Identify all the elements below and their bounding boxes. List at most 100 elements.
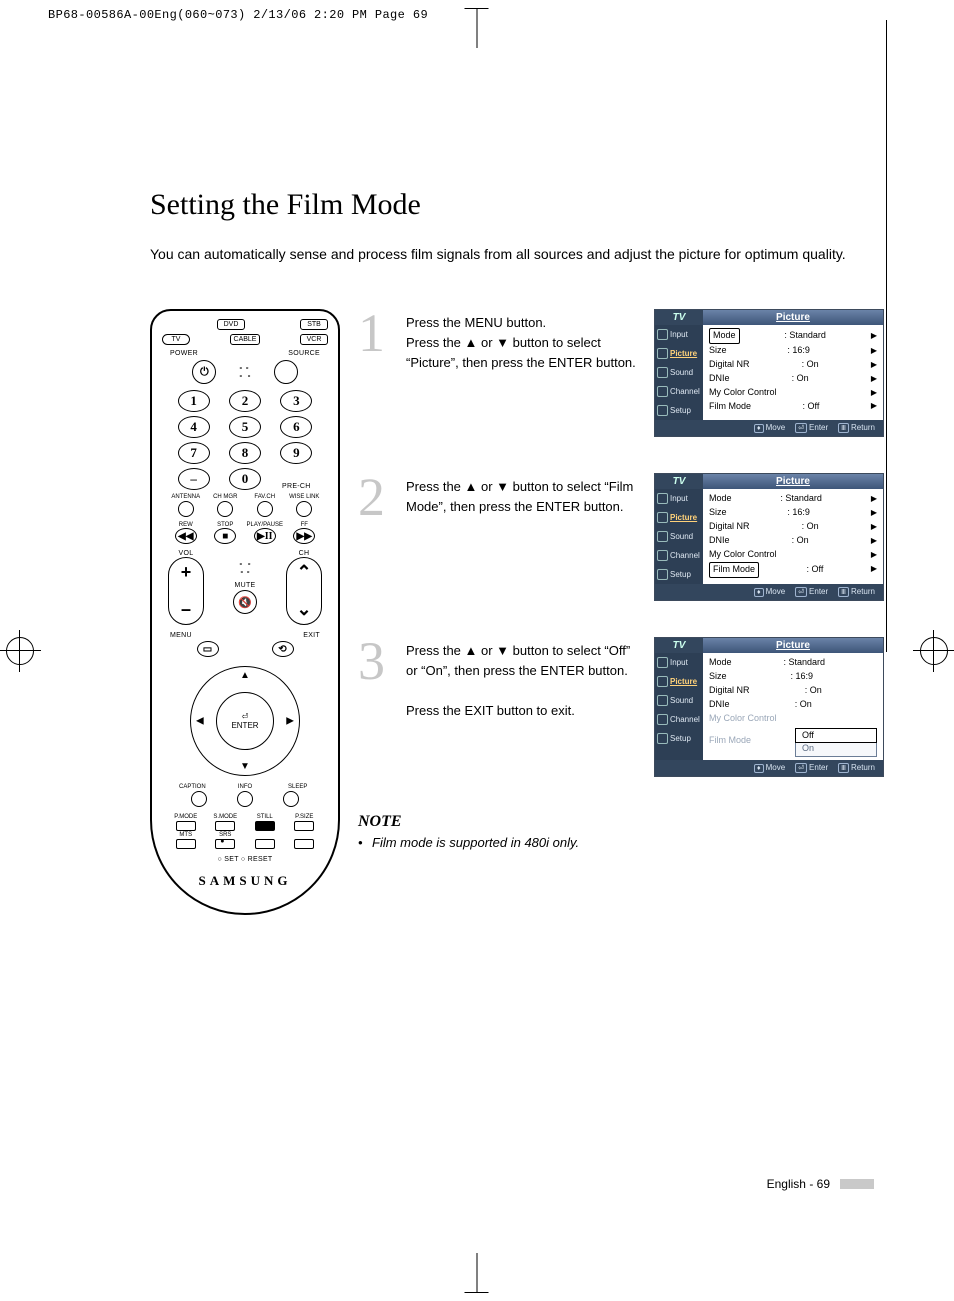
- lbl-chmgr: CH MGR: [206, 494, 246, 500]
- step-1: 1 Press the MENU button. Press the ▲ or …: [358, 309, 884, 437]
- osd-row-dnie: DNIe: [709, 534, 730, 548]
- source-cable: CABLE: [230, 334, 261, 345]
- osd-bar-move: Move: [766, 423, 786, 432]
- key-3: 3: [280, 390, 312, 412]
- osd-val-dnie: : On: [795, 698, 812, 712]
- mute-label: MUTE: [233, 582, 257, 589]
- osd-row-mode: Mode: [709, 656, 732, 670]
- lbl-favch: FAV.CH: [245, 494, 285, 500]
- btn-rew: ◀◀: [175, 528, 197, 544]
- brand-logo: SAMSUNG: [162, 873, 328, 889]
- lbl-sleep: SLEEP: [271, 784, 324, 790]
- print-job-line: BP68-00586A-00Eng(060~073) 2/13/06 2:20 …: [48, 8, 428, 22]
- osd-val-size: : 16:9: [787, 506, 810, 520]
- osd-row-film: Film Mode: [709, 400, 751, 414]
- osd-nav-input: Input: [670, 330, 688, 339]
- osd-nav-sound: Sound: [670, 696, 693, 705]
- osd-opt-on: On: [796, 742, 876, 756]
- osd-nav-picture: Picture: [670, 677, 697, 686]
- osd-bar-enter: Enter: [809, 587, 828, 596]
- step-text: Press the ▲ or ▼ button to select “Off” …: [406, 637, 640, 777]
- osd-val-mode: : Standard: [784, 329, 826, 343]
- source-button: [274, 360, 298, 384]
- btn-play: ▶II: [254, 528, 276, 544]
- osd-row-mcc: My Color Control: [709, 548, 777, 562]
- osd-row-film: Film Mode: [709, 562, 759, 578]
- footer-tab: [840, 1179, 874, 1189]
- steps-column: 1 Press the MENU button. Press the ▲ or …: [358, 309, 884, 915]
- osd-val-dnr: : On: [802, 520, 819, 534]
- osd-nav-setup: Setup: [670, 734, 691, 743]
- trim-line: [886, 20, 887, 652]
- lbl-smode: S.MODE: [206, 814, 246, 820]
- osd-val-dnie: : On: [792, 534, 809, 548]
- intro-text: You can automatically sense and process …: [150, 244, 860, 265]
- osd-row-dnie: DNIe: [709, 372, 730, 386]
- page-footer: English - 69: [767, 1177, 874, 1191]
- prech-label: PRE-CH: [273, 483, 320, 490]
- osd-val-dnr: : On: [805, 684, 822, 698]
- step-number: 3: [358, 637, 392, 777]
- menu-label: MENU: [170, 632, 192, 639]
- volume-rocker: +–: [168, 557, 204, 625]
- osd-bar-enter: Enter: [809, 423, 828, 432]
- osd-val-mode: : Standard: [783, 656, 825, 670]
- key-8: 8: [229, 442, 261, 464]
- osd-row-dnr: Digital NR: [709, 358, 750, 372]
- osd-val-film: : Off: [807, 563, 824, 577]
- btn-stop: ■: [214, 528, 236, 544]
- osd-row-size: Size: [709, 506, 727, 520]
- osd-title: Picture: [703, 310, 883, 325]
- osd-nav-input: Input: [670, 494, 688, 503]
- power-button: ⏻: [192, 360, 216, 384]
- osd-opt-off: Off: [795, 728, 877, 744]
- keypad: 1 2 3 4 5 6 7 8 9 – 0 PRE-CH: [162, 386, 328, 494]
- crop-mark-top: [477, 8, 478, 48]
- osd-row-mcc: My Color Control: [709, 712, 777, 726]
- key-9: 9: [280, 442, 312, 464]
- exit-button: ⟲: [272, 641, 294, 657]
- source-vcr: VCR: [300, 334, 328, 345]
- key-6: 6: [280, 416, 312, 438]
- key-7: 7: [178, 442, 210, 464]
- key-0: 0: [229, 468, 261, 490]
- power-label: POWER: [170, 350, 198, 357]
- note-item: Film mode is supported in 480i only.: [358, 835, 884, 850]
- osd-tv: TV: [655, 310, 703, 325]
- key-dash: –: [178, 468, 210, 490]
- osd-row-mcc: My Color Control: [709, 386, 777, 400]
- osd-bar-return: Return: [851, 763, 875, 772]
- osd-nav-picture: Picture: [670, 349, 697, 358]
- step-number: 1: [358, 309, 392, 437]
- step-2: 2 Press the ▲ or ▼ button to select “Fil…: [358, 473, 884, 601]
- osd-row-mode: Mode: [709, 328, 740, 344]
- step-text: Press the ▲ or ▼ button to select “Film …: [406, 473, 640, 601]
- osd-tv: TV: [655, 638, 703, 653]
- osd-screenshot-3: TVPicture Input Picture Sound Channel Se…: [654, 637, 884, 777]
- set-reset-label: ○ SET ○ RESET: [162, 856, 328, 863]
- osd-bar-return: Return: [851, 587, 875, 596]
- page-content: Setting the Film Mode You can automatica…: [150, 188, 884, 915]
- osd-main: Mode: Standard▶ Size: 16:9▶ Digital NR: …: [703, 325, 883, 420]
- lbl-pmode: P.MODE: [166, 814, 206, 820]
- osd-nav-channel: Channel: [670, 715, 700, 724]
- menu-button: ▭: [197, 641, 219, 657]
- key-2: 2: [229, 390, 261, 412]
- osd-title: Picture: [703, 474, 883, 489]
- osd-val-size: : 16:9: [787, 344, 810, 358]
- step-text: Press the MENU button. Press the ▲ or ▼ …: [406, 309, 640, 437]
- step-number: 2: [358, 473, 392, 601]
- osd-val-dnie: : On: [792, 372, 809, 386]
- lbl-srs: SRS: [206, 832, 246, 838]
- page-title: Setting the Film Mode: [150, 188, 884, 222]
- osd-bar-enter: Enter: [809, 763, 828, 772]
- enter-label: ENTER: [231, 721, 258, 730]
- note-heading: NOTE: [358, 813, 884, 831]
- lbl-info: INFO: [219, 784, 272, 790]
- osd-val-mode: : Standard: [780, 492, 822, 506]
- exit-label: EXIT: [303, 632, 320, 639]
- crop-mark-bottom: [477, 1253, 478, 1293]
- lbl-still: STILL: [245, 814, 285, 820]
- osd-row-dnr: Digital NR: [709, 684, 750, 698]
- osd-nav-channel: Channel: [670, 387, 700, 396]
